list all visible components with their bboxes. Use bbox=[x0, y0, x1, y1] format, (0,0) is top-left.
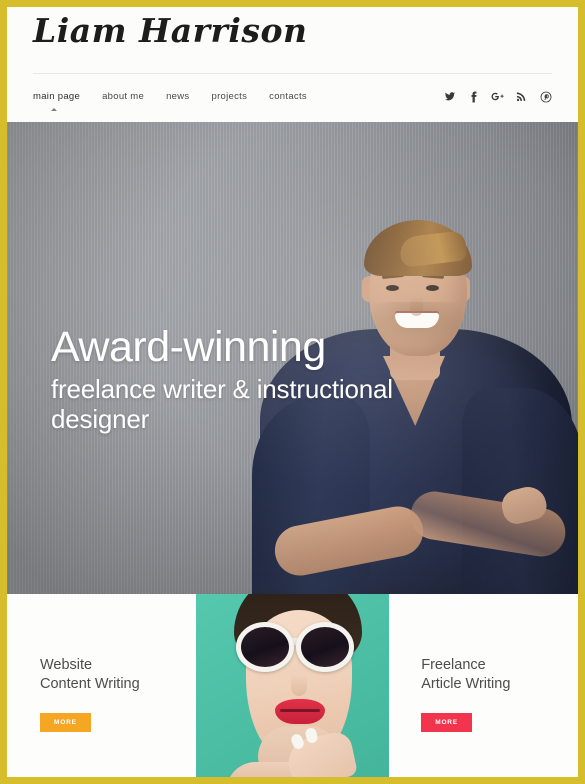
nav-item-about-me[interactable]: about me bbox=[102, 91, 144, 112]
rss-icon[interactable] bbox=[515, 90, 528, 103]
services-section: Website Content Writing MORE Freelance A… bbox=[7, 594, 578, 777]
nav-item-projects[interactable]: projects bbox=[211, 91, 247, 112]
hero-subheadline: freelance writer & instructional designe… bbox=[51, 373, 393, 435]
pinterest-icon[interactable] bbox=[539, 90, 552, 103]
sunglasses-right-lens bbox=[295, 622, 354, 672]
main-navigation: main page about me news projects contact… bbox=[33, 91, 307, 112]
hero-section: Award-winning freelance writer & instruc… bbox=[7, 122, 578, 594]
page-frame: Liam Harrison main page about me news pr… bbox=[0, 0, 585, 784]
sunglasses-left-lens bbox=[235, 622, 294, 672]
nav-active-caret-icon bbox=[51, 108, 57, 111]
site-header: Liam Harrison main page about me news pr… bbox=[7, 7, 578, 122]
more-button-freelance-article-writing[interactable]: MORE bbox=[421, 713, 472, 733]
google-plus-icon[interactable] bbox=[491, 90, 504, 103]
service-title: Website Content Writing bbox=[40, 657, 140, 693]
nav-item-contacts[interactable]: contacts bbox=[269, 91, 307, 112]
hero-headline: Award-winning bbox=[51, 323, 326, 371]
social-links bbox=[443, 90, 552, 103]
facebook-icon[interactable] bbox=[467, 90, 480, 103]
twitter-icon[interactable] bbox=[443, 90, 456, 103]
service-card-freelance-article-writing: Freelance Article Writing MORE bbox=[389, 594, 578, 777]
photo-nose bbox=[290, 674, 307, 696]
photo-lips bbox=[274, 699, 325, 724]
header-divider bbox=[33, 73, 552, 74]
nav-item-news[interactable]: news bbox=[166, 91, 189, 112]
site-logo[interactable]: Liam Harrison bbox=[33, 11, 307, 50]
service-photo-sunglasses-woman bbox=[195, 594, 390, 777]
page-content: Liam Harrison main page about me news pr… bbox=[7, 7, 578, 777]
more-button-website-content-writing[interactable]: MORE bbox=[40, 713, 91, 733]
service-title: Freelance Article Writing bbox=[421, 657, 511, 693]
nav-label: main page bbox=[33, 91, 81, 102]
nav-item-main-page[interactable]: main page bbox=[33, 91, 80, 112]
hero-text-block: Award-winning freelance writer & instruc… bbox=[51, 323, 451, 435]
service-card-website-content-writing: Website Content Writing MORE bbox=[7, 594, 196, 777]
